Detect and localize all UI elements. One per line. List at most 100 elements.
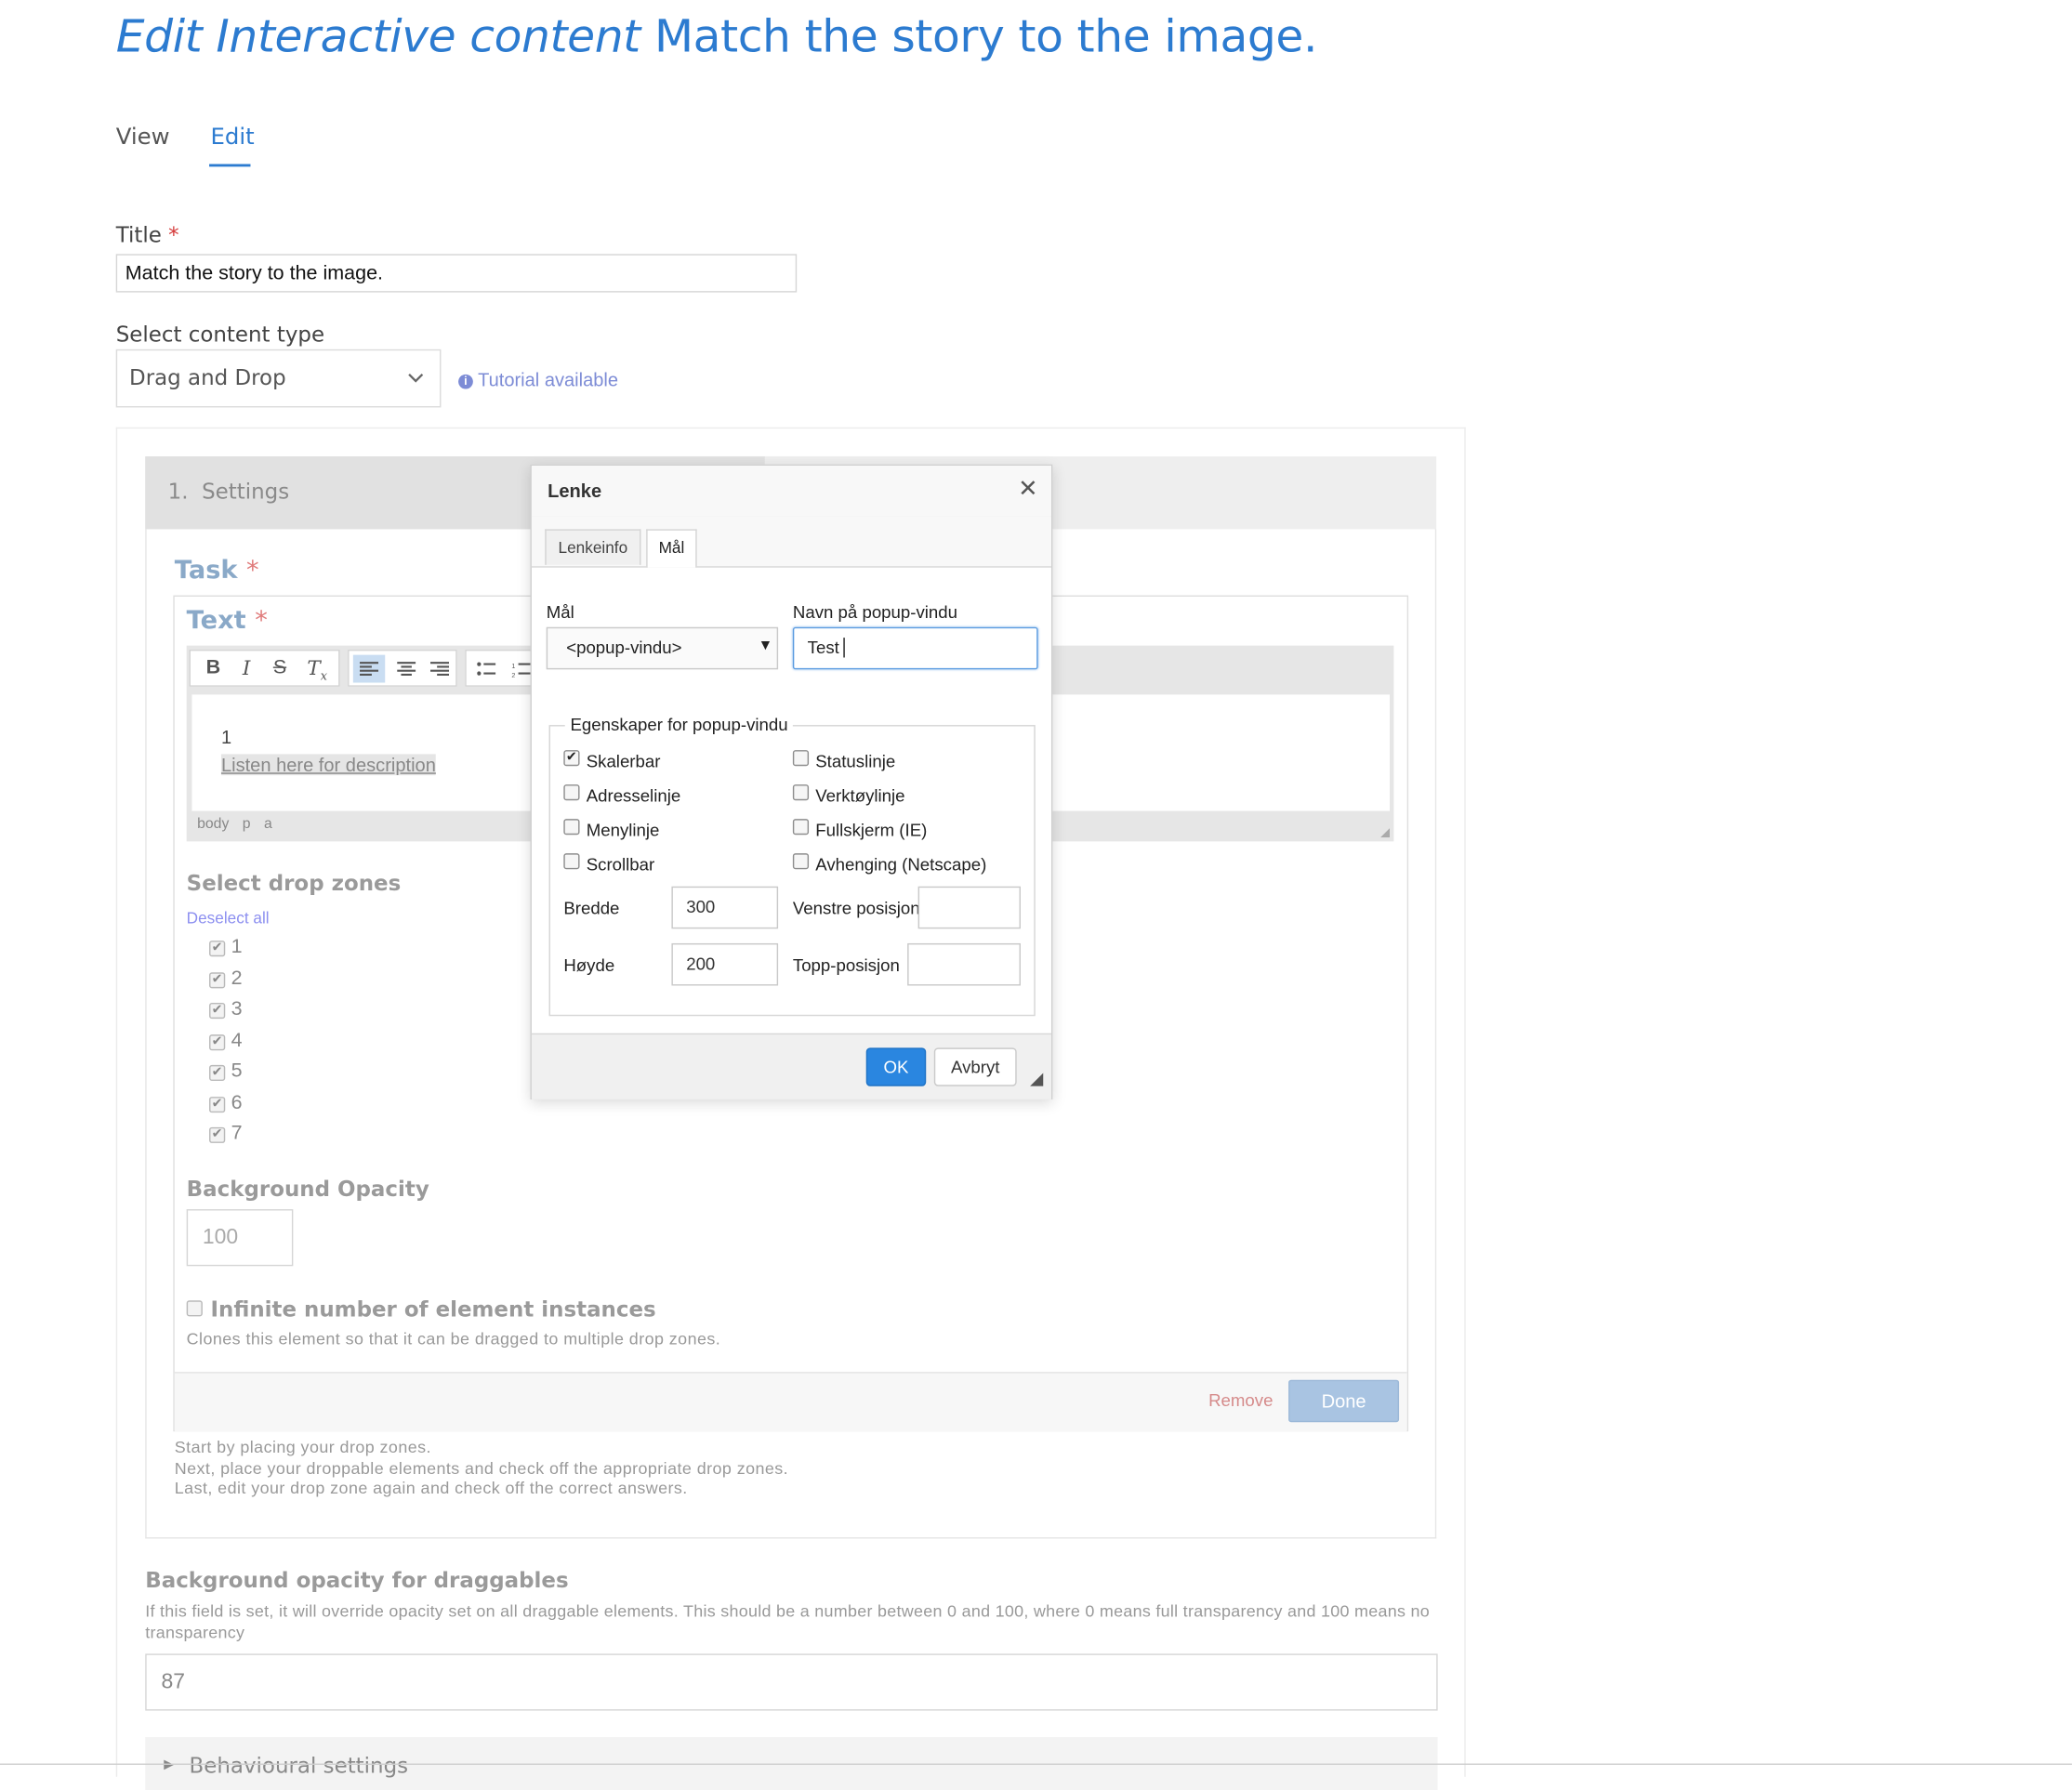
path-body[interactable]: body [197,816,229,832]
dialog-resize-icon[interactable] [1030,1073,1044,1086]
target-select[interactable]: <popup-vindu> ▼ [546,626,779,670]
adresselinje-checkbox[interactable] [563,784,580,801]
link-dialog: Lenke ✕ Lenkeinfo Mål Mål <popup-vindu> … [530,464,1053,1099]
tab-mal[interactable]: Mål [646,529,697,568]
italic-button[interactable]: I [231,653,261,682]
remove-format-button[interactable]: Tx [302,653,332,684]
infinite-checkbox[interactable] [186,1300,203,1317]
info-icon: i [458,374,473,389]
top-position-input[interactable] [907,942,1021,986]
task-label: Task * [174,555,259,586]
drop-zone-checkbox[interactable] [209,1033,226,1050]
fullskjerm-label: Fullskjerm (IE) [815,820,928,840]
ok-button[interactable]: OK [865,1047,927,1086]
popup-name-input[interactable]: Test [792,626,1038,670]
drop-zone-checkbox[interactable] [209,1096,226,1112]
drop-zone-checkbox[interactable] [209,1126,226,1143]
title-input[interactable]: Match the story to the image. [115,254,798,293]
bg-drag-help: If this field is set, it will override o… [145,1601,1430,1641]
strikethrough-button[interactable]: S [265,653,295,682]
path-p[interactable]: p [243,816,251,832]
chevron-down-icon [408,374,424,383]
step-label: 1. Settings [167,479,290,505]
align-center-button[interactable] [390,655,422,683]
drop-zone-item[interactable]: 5 [209,1060,243,1090]
element-path: body p a [197,816,272,832]
path-a[interactable]: a [264,816,272,832]
drop-zone-item[interactable]: 6 [209,1091,243,1122]
help-line: Start by placing your drop zones. [174,1438,431,1457]
drop-zone-item[interactable]: 1 [209,935,243,966]
dropdown-arrow-icon: ▼ [758,638,773,654]
help-line: Next, place your droppable elements and … [174,1458,789,1478]
scrollbar-label: Scrollbar [586,854,655,875]
content-type-select[interactable]: Drag and Drop [115,349,442,408]
drop-zone-item[interactable]: 3 [209,997,243,1028]
bg-opacity-label: Background Opacity [186,1176,429,1202]
left-position-input[interactable] [917,886,1021,929]
drop-zone-item[interactable]: 4 [209,1029,243,1060]
bg-opacity-input[interactable]: 100 [186,1209,294,1267]
fieldset-legend: Egenskaper for popup-vindu [564,714,794,735]
verktoylinje-label: Verktøylinje [815,785,905,806]
bold-button[interactable]: B [199,653,229,682]
popup-name-value: Test [807,638,839,658]
close-icon[interactable]: ✕ [1018,475,1038,503]
drop-zone-checkbox[interactable] [209,1064,226,1081]
tab-view[interactable]: View [116,125,170,151]
bg-drag-input[interactable]: 87 [145,1653,1438,1711]
bg-drag-label: Background opacity for draggables [145,1567,569,1593]
dialog-titlebar [531,466,1051,518]
drop-zone-checkbox[interactable] [209,971,226,988]
height-label: Høyde [563,954,615,976]
tab-lenkeinfo[interactable]: Lenkeinfo [545,529,641,565]
drag-drop-help: Start by placing your drop zones. Next, … [175,1438,788,1499]
drop-zone-item[interactable]: 7 [209,1122,243,1152]
width-input[interactable]: 300 [671,886,779,929]
fullskjerm-checkbox[interactable] [792,819,810,836]
remove-button[interactable]: Remove [1208,1390,1273,1410]
avhenging-checkbox[interactable] [792,853,810,870]
drop-zone-checkbox[interactable] [209,1003,226,1020]
menylinje-checkbox[interactable] [563,819,580,836]
align-right-icon [429,662,450,677]
skalerbar-checkbox[interactable] [563,750,580,767]
tab-edit[interactable]: Edit [210,125,254,151]
tutorial-link[interactable]: i Tutorial available [458,369,618,390]
statuslinje-label: Statuslinje [815,751,896,771]
drop-zone-list: 1 2 3 4 5 6 7 [209,935,243,1152]
align-toolbar-group [348,649,457,687]
deselect-all-link[interactable]: Deselect all [187,909,270,928]
skalerbar-label: Skalerbar [586,751,661,771]
bulleted-list-icon [477,662,496,676]
verktoylinje-checkbox[interactable] [792,784,810,801]
text-cursor [843,638,845,658]
cancel-button[interactable]: Avbryt [933,1047,1017,1086]
tab-edit-underline [209,164,251,167]
align-right-button[interactable] [424,655,455,683]
resize-handle-icon[interactable] [1380,828,1391,838]
statuslinje-checkbox[interactable] [792,750,810,767]
page-title-prefix: Edit Interactive content [115,10,641,64]
format-toolbar-group: B I S Tx [189,649,340,687]
title-label: Title * [115,222,179,248]
description-link[interactable]: Listen here for description [220,754,436,776]
infinite-label: Infinite number of element instances [210,1296,656,1323]
scrollbar-checkbox[interactable] [563,853,580,870]
drop-zones-label: Select drop zones [186,870,402,896]
width-label: Bredde [563,898,620,918]
align-left-button[interactable] [352,654,386,683]
target-label: Mål [546,601,574,623]
drop-zone-checkbox[interactable] [209,941,226,957]
height-input[interactable]: 200 [671,942,779,986]
page-title-name: Match the story to the image. [653,10,1318,64]
svg-text:1: 1 [511,663,515,670]
align-center-icon [397,662,416,677]
drop-zone-item[interactable]: 2 [209,967,243,997]
content-type-value: Drag and Drop [129,364,286,390]
done-button[interactable]: Done [1288,1379,1400,1423]
bulleted-list-button[interactable] [470,655,500,683]
top-position-label: Topp-posisjon [792,954,900,976]
infinite-help: Clones this element so that it can be dr… [186,1329,721,1349]
avhenging-label: Avhenging (Netscape) [815,854,987,875]
